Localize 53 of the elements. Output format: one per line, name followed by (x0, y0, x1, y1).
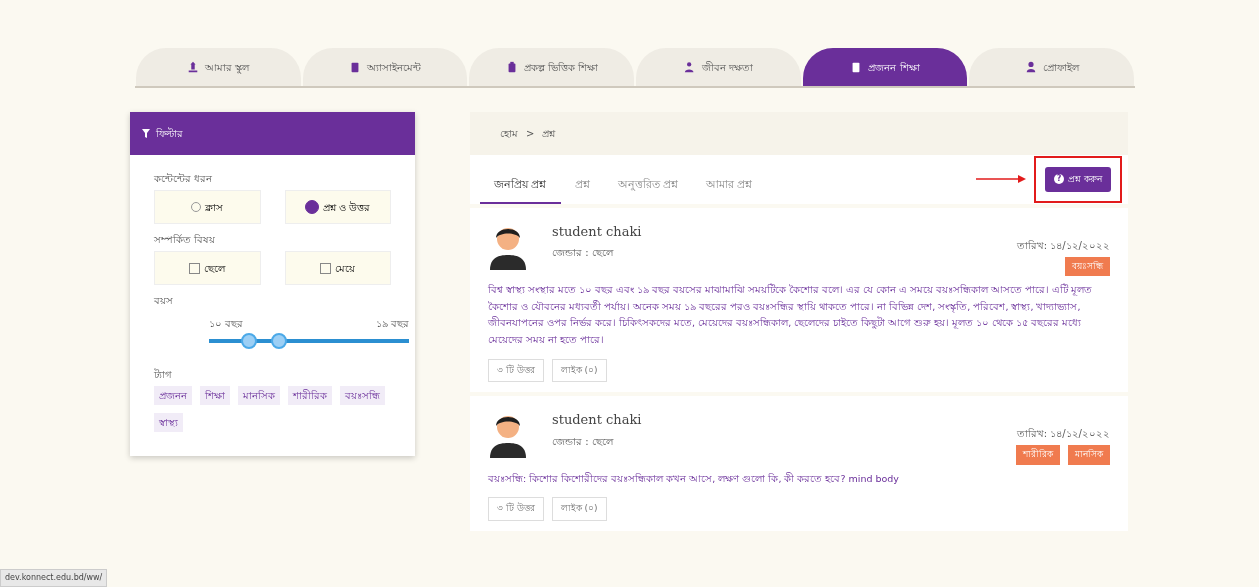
section-label: কন্টেন্টের ধরন (154, 172, 214, 186)
breadcrumb-link[interactable]: প্রশ্ন (542, 126, 556, 141)
radio-option[interactable]: প্রশ্ন ও উত্তর (284, 190, 391, 224)
user-icon (1024, 61, 1037, 73)
like-button[interactable]: লাইক (০) (551, 358, 607, 382)
nav-tab[interactable]: অ্যাসাইনমেন্ট (302, 48, 468, 86)
section-label: সম্পর্কিত বিষয় (154, 233, 217, 247)
tag-chip[interactable]: মানসিক (238, 386, 280, 405)
checkbox-option[interactable]: মেয়ে (284, 251, 391, 285)
filter-icon (142, 129, 150, 138)
section-label: বয়স (154, 294, 174, 308)
ask-question-button[interactable]: ? প্রশ্ন করুন (1045, 166, 1111, 192)
tag-chip[interactable]: প্রজনন (154, 386, 192, 405)
nav-tab[interactable]: জীবন দক্ষতা (636, 48, 801, 86)
breadcrumb-separator: > (526, 127, 535, 141)
breadcrumb-link[interactable]: হোম (500, 126, 518, 141)
tag-chip[interactable]: শিক্ষা (200, 386, 230, 405)
author-gender: জেন্ডার : ছেলে (552, 246, 615, 260)
range-min-label: ১০ বছর (209, 317, 244, 331)
checkbox-option[interactable]: ছেলে (154, 251, 261, 285)
range-max-label: ১৯ বছর (375, 317, 409, 331)
question-icon: ? (1054, 174, 1065, 185)
filter-title: ফিল্টার (156, 126, 183, 141)
nav-tab[interactable]: প্রকল্প ভিত্তিক শিক্ষা (469, 48, 634, 86)
tag-chip[interactable]: শারীরিক (288, 386, 332, 405)
post-text: বয়ঃসন্ধি: কিশোর কিশোরীদের বয়ঃসন্ধিকাল কখন আসে, লক্ষণ গুলো কি, কী করতে হবে? mind body (488, 471, 900, 486)
author-name: student chaki (552, 411, 642, 429)
school-icon (187, 61, 200, 73)
radio-option[interactable]: ক্লাস (154, 190, 261, 224)
question-tab[interactable]: অনুত্তরিত প্রশ্ন (603, 169, 692, 204)
author-name: student chaki (552, 222, 642, 241)
section-label: ট্যাগ (154, 367, 173, 382)
answers-button[interactable]: ৩ টি উত্তর (488, 497, 544, 521)
nav-tab[interactable]: আমার স্কুল (136, 48, 301, 86)
person-icon (683, 61, 696, 73)
post-date: তারিখ: ১৪/১২/২০২২ (1016, 238, 1110, 253)
status-url: dev.konnect.edu.bd/ww/ (0, 569, 108, 587)
slider-thumb[interactable] (271, 333, 287, 349)
answers-button[interactable]: ৩ টি উত্তর (488, 358, 544, 382)
nav-tab[interactable]: প্রজনন শিক্ষা (802, 48, 968, 86)
slider-thumb[interactable] (241, 333, 257, 349)
clipboard-icon (349, 61, 361, 73)
post-date: তারিখ: ১৪/১২/২০২২ (1016, 427, 1110, 441)
post-text: বিশ্ব স্বাস্থ্য সংস্থার মতে ১০ বছর এবং ১৯ বছর বয়সের মাঝামাঝি সময়টিকে কৈশোর বলে। এর যে কোন এ সময়ে বয়ঃসন্ধিকাল আসতে পারে। এটি মূলত কৈশোর ও যৌবনের মধ্যবর্তী পর্যায়। অনেক সময় ১৯ বছরের পরও বয়ঃসন্ধির স্থায়ি থাকতে পারে। না বিভিন্ন দেশ, সংস্কৃতি, পরিবেশ, স্বাস্থ্য, খাদ্যাভ্যাস, জীবনযাপনের ওপর নির্ভর করে। চিকিৎসকদের মতে, মেয়েদের বয়ঃসন্ধিকাল, ছেলেদের চাইতে কিছুটা আগে শুরু হয়। মূলত ১০ থেকে ১৫ বছরের মধ্যে মেয়েদের সময় না হতে পারে। (488, 282, 1094, 347)
tag-chip[interactable]: বয়ঃসন্ধি (340, 386, 385, 405)
question-tab[interactable]: আমার প্রশ্ন (692, 169, 767, 204)
author-gender: জেন্ডার : ছেলে (552, 434, 615, 449)
annotation-arrow (976, 174, 1027, 185)
tag-chip[interactable]: স্বাস্থ্য (154, 413, 183, 432)
question-tab[interactable]: জনপ্রিয় প্রশ্ন (480, 169, 561, 204)
question-tab[interactable]: প্রশ্ন (560, 169, 604, 204)
like-button[interactable]: লাইক (০) (551, 497, 607, 521)
nav-tab[interactable]: প্রোফাইল (969, 48, 1135, 86)
